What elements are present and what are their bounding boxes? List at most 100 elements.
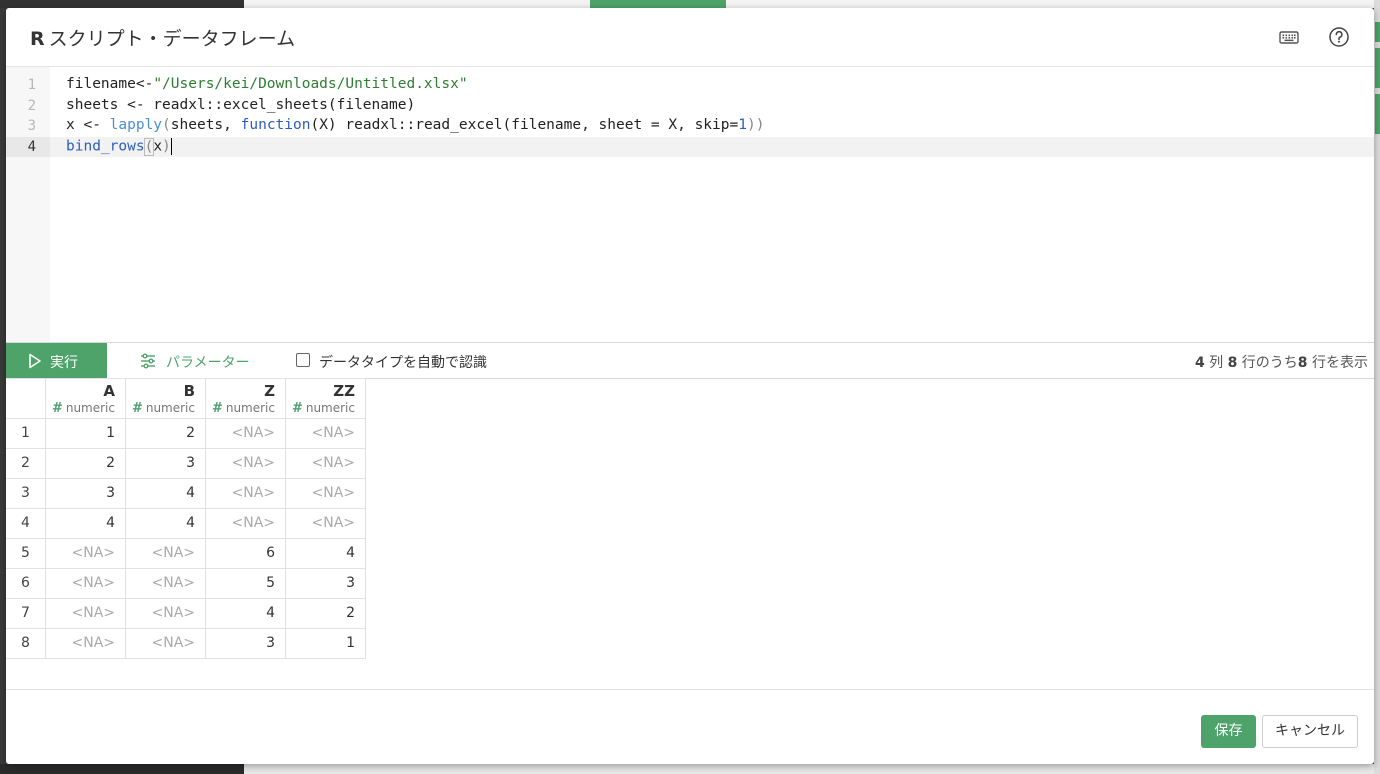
line-number: 3 [27,118,36,134]
background-active-tab [590,0,726,8]
column-type: # numeric [292,401,355,416]
row-index: 7 [6,599,46,629]
line-number-active: 4 [27,139,36,155]
table-cell[interactable]: <NA> [46,599,126,629]
parameters-button-label: パラメーター [166,355,250,371]
table-cell[interactable]: <NA> [286,479,366,509]
column-type-label: numeric [145,401,195,415]
table-cell[interactable]: <NA> [206,509,286,539]
table-cell[interactable]: <NA> [126,539,206,569]
code-token: (X) readxl::read_excel(filename, sheet =… [310,117,739,133]
column-count: 4 [1194,355,1205,371]
code-number-token: 1 [738,117,747,133]
column-name: B [183,382,195,400]
column-name: Z [264,382,275,400]
code-function-token: lapply [109,117,163,133]
column-header[interactable]: A # numeric [46,378,126,419]
code-token: x <- [66,117,110,133]
column-header[interactable]: Z # numeric [206,378,286,419]
background-app-sidebar [0,0,244,8]
auto-detect-type-checkbox[interactable] [296,353,310,367]
table-cell[interactable]: 2 [286,599,366,629]
table-cell[interactable]: <NA> [46,539,126,569]
save-button[interactable]: 保存 [1201,715,1256,748]
column-name: A [103,382,115,400]
table-cell[interactable]: 4 [126,509,206,539]
code-editor[interactable]: 1 2 3 4 filename<-"/Users/kei/Downloads/… [6,67,1374,342]
code-function-token: bind_rows [66,138,145,155]
dialog-title-text: スクリプト・データフレーム [48,28,296,50]
table-cell[interactable]: <NA> [206,449,286,479]
table-cell[interactable]: 6 [206,539,286,569]
table-cell[interactable]: 4 [126,479,206,509]
table-cell[interactable]: <NA> [206,479,286,509]
run-button[interactable]: 実行 [6,343,107,378]
code-line-3[interactable]: x <- lapply(sheets, function(X) readxl::… [66,117,764,133]
code-line-1[interactable]: filename<-"/Users/kei/Downloads/Untitled… [66,76,468,92]
table-cell[interactable]: 4 [206,599,286,629]
table-cell[interactable]: 5 [206,569,286,599]
row-shown: 8 [1297,355,1308,371]
table-cell[interactable]: <NA> [126,569,206,599]
table-cell[interactable]: 3 [286,569,366,599]
keyboard-icon[interactable] [1277,25,1301,49]
line-number: 2 [27,98,36,114]
table-header-corner [6,378,46,419]
code-token: sheets, [170,117,241,133]
table-cell[interactable]: <NA> [126,629,206,659]
table-cell[interactable]: <NA> [126,599,206,629]
code-keyword-token: function [240,117,311,133]
cancel-button[interactable]: キャンセル [1262,715,1358,748]
code-token: sheets <- readxl::excel_sheets(filename) [66,97,416,113]
text-cursor [170,138,172,155]
dialog-title: R スクリプト・データフレーム [30,24,295,51]
column-name: ZZ [333,382,355,400]
table-cell[interactable]: 4 [286,539,366,569]
table-cell[interactable]: 2 [126,419,206,449]
table-cell[interactable]: 3 [206,629,286,659]
table-cell[interactable]: 1 [46,419,126,449]
auto-detect-type-label[interactable]: データタイプを自動で認識 [319,352,487,372]
code-line-4[interactable]: bind_rows(x) [66,137,172,156]
background-app-content [244,764,1380,774]
code-string-token: "/Users/kei/Downloads/Untitled.xlsx" [153,76,468,92]
row-index: 6 [6,569,46,599]
code-token: filename<- [66,76,154,92]
sliders-icon [140,353,156,373]
play-icon [28,353,42,373]
row-count-mid: 行のうち [1237,355,1298,371]
table-cell[interactable]: <NA> [286,449,366,479]
row-count-info: 4 列 8 行のうち8 行を表示 [1195,352,1368,372]
code-paren-token: )) [746,117,765,133]
table-cell[interactable]: 1 [286,629,366,659]
dialog-header: R スクリプト・データフレーム [6,8,1374,67]
help-icon[interactable] [1327,25,1351,49]
row-count-suffix: 行を表示 [1307,355,1368,371]
numeric-type-icon: # [131,401,143,416]
row-index: 1 [6,419,46,449]
numeric-type-icon: # [211,401,223,416]
code-paren-token: ( [162,117,171,133]
code-line-2[interactable]: sheets <- readxl::excel_sheets(filename) [66,97,415,113]
table-cell[interactable]: 3 [126,449,206,479]
table-cell[interactable]: <NA> [286,419,366,449]
r-script-dialog: R スクリプト・データフレーム 1 2 3 4 filename<-"/User… [6,8,1374,764]
background-app-sidebar-bottom [0,764,244,774]
numeric-type-icon: # [51,401,63,416]
column-header[interactable]: B # numeric [126,378,206,419]
run-button-label: 実行 [50,355,78,371]
line-number: 1 [27,77,36,93]
table-cell[interactable]: <NA> [286,509,366,539]
column-header[interactable]: ZZ # numeric [286,378,366,419]
row-index: 4 [6,509,46,539]
column-type: # numeric [132,401,195,416]
table-cell[interactable]: <NA> [206,419,286,449]
dialog-title-prefix: R [30,28,45,50]
column-type: # numeric [52,401,115,416]
table-cell[interactable]: <NA> [46,569,126,599]
background-right-tab [1375,22,1380,42]
table-cell[interactable]: 3 [46,479,126,509]
table-cell[interactable]: 4 [46,509,126,539]
table-cell[interactable]: <NA> [46,629,126,659]
table-cell[interactable]: 2 [46,449,126,479]
